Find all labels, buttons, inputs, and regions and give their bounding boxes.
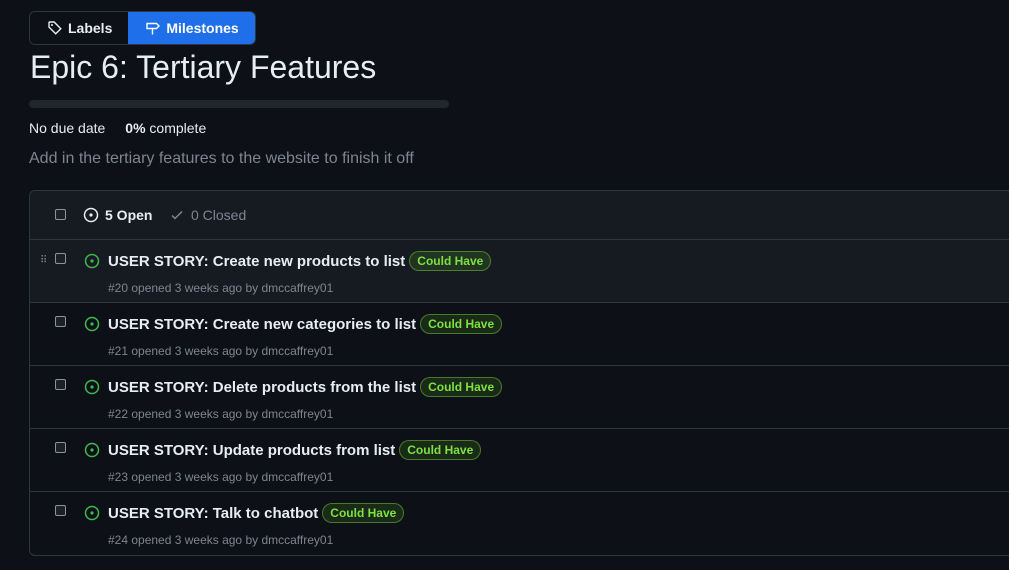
milestone-title: Epic 6: Tertiary Features [30,49,377,85]
issue-label-badge[interactable]: Could Have [322,503,405,523]
issue-meta: #23 opened 3 weeks ago by dmccaffrey01 [108,470,334,484]
issue-title-link[interactable]: USER STORY: Create new categories to lis… [108,316,416,333]
issue-row[interactable]: ⠿ USER STORY: Update products from list … [30,429,1009,492]
issue-checkbox[interactable] [55,316,66,327]
tab-labels-label: Labels [68,20,113,36]
issue-title-line: USER STORY: Delete products from the lis… [108,377,503,397]
open-issues-filter[interactable]: 5 Open [83,207,152,223]
issue-checkbox[interactable] [55,379,66,390]
issue-checkbox[interactable] [55,253,66,264]
issue-open-icon [84,505,100,521]
closed-issues-filter[interactable]: 0 Closed [169,207,246,223]
open-count-label: 5 Open [105,207,153,223]
issue-open-icon [84,316,100,332]
issue-open-icon [83,207,99,223]
issue-title-link[interactable]: USER STORY: Create new products to list [108,253,405,270]
issue-row[interactable]: ⠿ USER STORY: Create new products to lis… [30,240,1009,303]
issue-open-icon [84,253,100,269]
issue-row[interactable]: ⠿ USER STORY: Create new categories to l… [30,303,1009,366]
issue-title-link[interactable]: USER STORY: Delete products from the lis… [108,379,416,396]
tag-icon [47,20,63,36]
issue-label-badge[interactable]: Could Have [409,251,492,271]
milestone-icon [145,20,161,36]
issue-checkbox[interactable] [55,442,66,453]
issue-label-badge[interactable]: Could Have [399,440,482,460]
tab-milestones-label: Milestones [166,20,239,36]
labels-milestones-tabs: Labels Milestones [29,11,256,45]
issue-title-line: USER STORY: Talk to chatbot Could Have [108,503,405,523]
issue-title-link[interactable]: USER STORY: Update products from list [108,442,395,459]
issue-open-icon [84,442,100,458]
issue-row[interactable]: ⠿ USER STORY: Delete products from the l… [30,366,1009,429]
milestone-description: Add in the tertiary features to the webs… [29,150,414,167]
issue-title-line: USER STORY: Create new categories to lis… [108,314,503,334]
issue-row[interactable]: ⠿ USER STORY: Talk to chatbot Could Have… [30,492,1009,555]
completion-percent: 0% [125,120,146,136]
issue-title-line: USER STORY: Update products from list Co… [108,440,482,460]
drag-handle-icon[interactable]: ⠿ [40,256,47,266]
issue-label-badge[interactable]: Could Have [420,377,503,397]
issue-meta: #24 opened 3 weeks ago by dmccaffrey01 [108,533,334,547]
issue-label-badge[interactable]: Could Have [420,314,503,334]
issues-list: 5 Open 0 Closed ⠿ USER STORY: Create new… [29,190,1009,556]
issue-meta: #20 opened 3 weeks ago by dmccaffrey01 [108,281,334,295]
check-icon [169,207,185,223]
issue-title-line: USER STORY: Create new products to list … [108,251,492,271]
milestone-progress-bar [29,100,449,108]
issue-open-icon [84,379,100,395]
issues-header: 5 Open 0 Closed [30,191,1009,240]
completion-label: complete [149,120,207,136]
due-date-text: No due date [29,120,106,136]
milestone-meta: No due date 0% complete [29,120,206,136]
select-all-checkbox[interactable] [55,209,66,220]
issue-checkbox[interactable] [55,505,66,516]
issue-meta: #21 opened 3 weeks ago by dmccaffrey01 [108,344,334,358]
issue-rows: ⠿ USER STORY: Create new products to lis… [30,240,1009,555]
issue-meta: #22 opened 3 weeks ago by dmccaffrey01 [108,407,334,421]
tab-milestones[interactable]: Milestones [128,12,255,44]
completion-text: 0% complete [125,120,206,136]
issue-title-link[interactable]: USER STORY: Talk to chatbot [108,505,318,522]
closed-count-label: 0 Closed [191,207,247,223]
tab-labels[interactable]: Labels [30,12,129,44]
